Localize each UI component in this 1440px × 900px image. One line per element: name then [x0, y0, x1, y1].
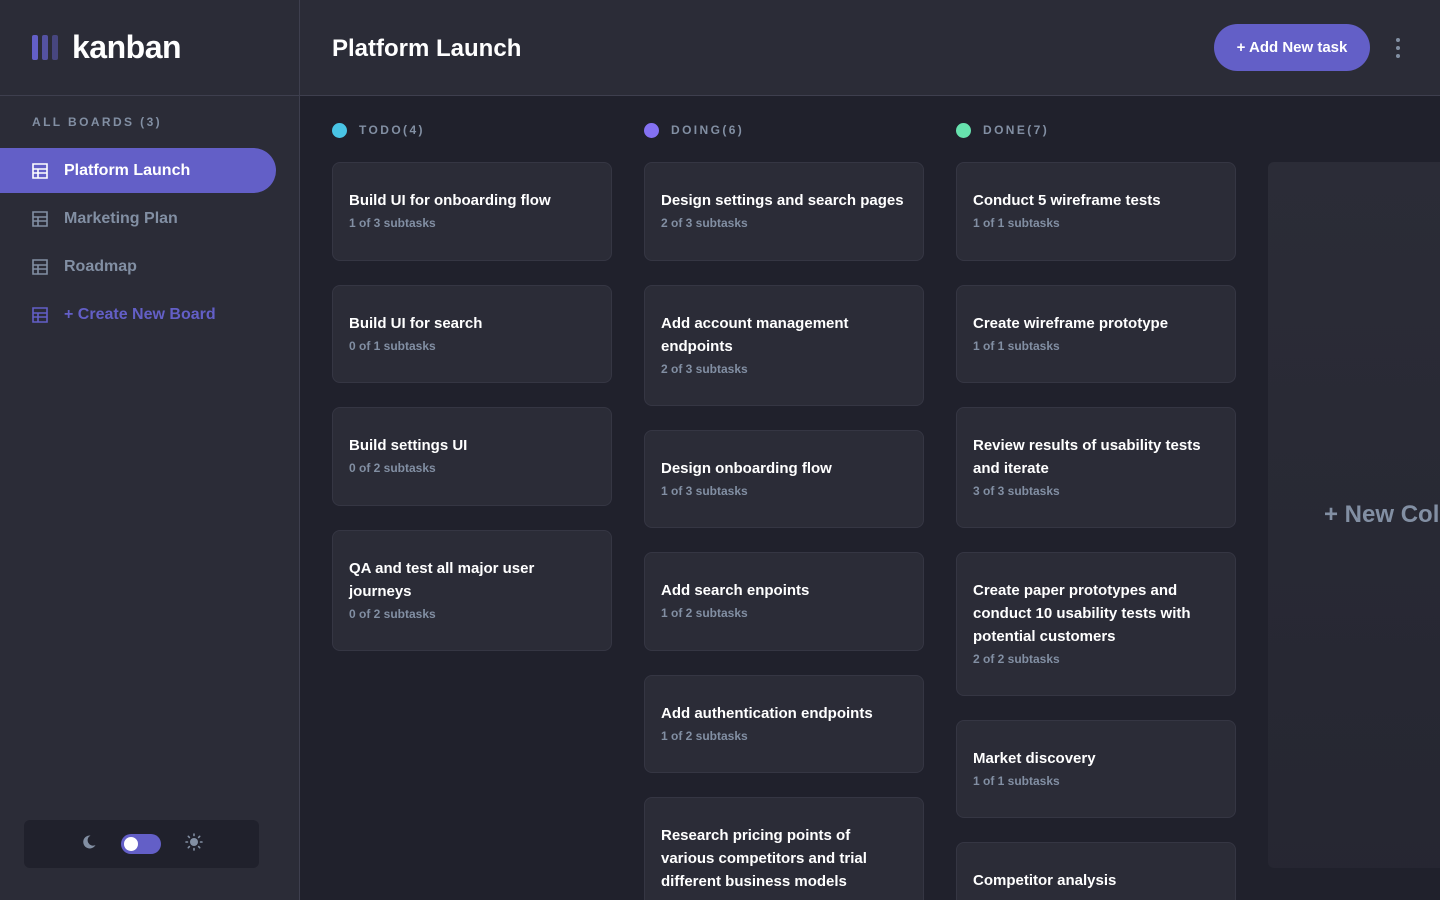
new-column-button[interactable]: + New Column — [1268, 162, 1440, 868]
board-list: Platform Launch Marketing Plan Roadmap +… — [0, 148, 276, 337]
task-card[interactable]: Review results of usability tests and it… — [956, 407, 1236, 528]
task-card[interactable]: Conduct 5 wireframe tests 1 of 1 subtask… — [956, 162, 1236, 261]
sun-icon — [184, 832, 203, 856]
create-new-board-button[interactable]: + Create New Board — [0, 292, 276, 337]
sidebar-item-marketing-plan[interactable]: Marketing Plan — [0, 196, 276, 241]
task-title: Create paper prototypes and conduct 10 u… — [973, 582, 1191, 645]
task-title: Build settings UI — [349, 437, 468, 454]
column-header: DONE(7) — [956, 122, 1049, 138]
theme-toggle — [24, 820, 259, 868]
sidebar-item-roadmap[interactable]: Roadmap — [0, 244, 276, 289]
column-title: TODO(4) — [359, 123, 425, 137]
task-subtask-count: 0 of 1 subtasks — [349, 339, 436, 353]
task-title: Conduct 5 wireframe tests — [973, 192, 1161, 209]
task-subtask-count: 1 of 1 subtasks — [973, 216, 1060, 230]
task-subtask-count: 3 of 3 subtasks — [973, 484, 1060, 498]
sidebar-item-label: Platform Launch — [64, 161, 191, 179]
task-card[interactable]: Add authentication endpoints 1 of 2 subt… — [644, 675, 924, 773]
task-card[interactable]: QA and test all major user journeys 0 of… — [332, 530, 612, 651]
board-icon — [32, 210, 48, 227]
column-color-dot — [644, 122, 659, 138]
task-subtask-count: 2 of 3 subtasks — [661, 362, 748, 376]
board-icon — [32, 258, 48, 275]
theme-switch[interactable] — [120, 834, 161, 854]
header: Platform Launch + Add New task — [300, 0, 1440, 96]
sidebar-item-platform-launch[interactable]: Platform Launch — [0, 148, 276, 193]
task-title: Add search enpoints — [661, 582, 810, 599]
add-new-task-button[interactable]: + Add New task — [1214, 24, 1370, 71]
task-title: QA and test all major user journeys — [349, 560, 535, 600]
logo-icon — [32, 35, 58, 60]
sidebar-item-label: Roadmap — [64, 257, 137, 275]
column-title: DONE(7) — [983, 123, 1050, 137]
task-title: Research pricing points of various compe… — [661, 827, 867, 890]
task-card[interactable]: Build settings UI 0 of 2 subtasks — [332, 407, 612, 506]
sidebar: kanban ALL BOARDS (3) Platform Launch Ma… — [0, 0, 300, 900]
task-subtask-count: 1 of 1 subtasks — [973, 774, 1060, 788]
all-boards-heading: ALL BOARDS (3) — [32, 115, 163, 129]
task-subtask-count: 2 of 2 subtasks — [973, 652, 1060, 666]
task-title: Add authentication endpoints — [661, 705, 873, 722]
task-title: Create wireframe prototype — [973, 315, 1169, 332]
kanban-app: kanban ALL BOARDS (3) Platform Launch Ma… — [0, 0, 1440, 900]
moon-icon — [81, 834, 97, 855]
task-card[interactable]: Competitor analysis — [956, 842, 1236, 900]
task-subtask-count: 1 of 2 subtasks — [661, 729, 748, 743]
board: TODO(4) Build UI for onboarding flow 1 o… — [300, 96, 1440, 900]
page-title: Platform Launch — [332, 35, 522, 62]
column-color-dot — [332, 122, 347, 138]
task-subtask-count: 0 of 2 subtasks — [349, 461, 436, 475]
task-title: Build UI for onboarding flow — [349, 192, 551, 209]
logo: kanban — [0, 0, 299, 96]
task-card[interactable]: Market discovery 1 of 1 subtasks — [956, 720, 1236, 818]
column-color-dot — [956, 122, 971, 138]
task-subtask-count: 2 of 3 subtasks — [661, 216, 748, 230]
theme-switch-knob — [123, 837, 138, 851]
task-card[interactable]: Add search enpoints 1 of 2 subtasks — [644, 552, 924, 651]
task-card[interactable]: Add account management endpoints 2 of 3 … — [644, 285, 924, 406]
task-subtask-count: 0 of 2 subtasks — [349, 607, 436, 621]
new-column-label: + New Column — [1324, 501, 1440, 528]
sidebar-item-label: Marketing Plan — [64, 209, 178, 227]
task-title: Add account management endpoints — [661, 315, 849, 355]
column-header: DOING(6) — [644, 122, 744, 138]
board-icon — [32, 162, 48, 179]
task-title: Review results of usability tests and it… — [973, 437, 1201, 477]
task-subtask-count: 1 of 3 subtasks — [349, 216, 436, 230]
task-card[interactable]: Create paper prototypes and conduct 10 u… — [956, 552, 1236, 696]
task-card[interactable]: Create wireframe prototype 1 of 1 subtas… — [956, 285, 1236, 383]
board-icon — [32, 306, 48, 323]
column-title: DOING(6) — [671, 123, 745, 137]
task-card[interactable]: Build UI for onboarding flow 1 of 3 subt… — [332, 162, 612, 261]
task-title: Market discovery — [973, 750, 1096, 767]
task-subtask-count: 1 of 2 subtasks — [661, 606, 748, 620]
task-subtask-count: 1 of 1 subtasks — [973, 339, 1060, 353]
task-card[interactable]: Research pricing points of various compe… — [644, 797, 924, 900]
task-title: Competitor analysis — [973, 872, 1117, 889]
create-new-board-label: + Create New Board — [64, 305, 216, 323]
task-card[interactable]: Design onboarding flow 1 of 3 subtasks — [644, 430, 924, 528]
task-card[interactable]: Design settings and search pages 2 of 3 … — [644, 162, 924, 261]
logo-text: kanban — [72, 29, 182, 65]
task-card[interactable]: Build UI for search 0 of 1 subtasks — [332, 285, 612, 383]
task-title: Design settings and search pages — [661, 192, 904, 209]
column-header: TODO(4) — [332, 122, 425, 138]
task-subtask-count: 1 of 3 subtasks — [661, 484, 748, 498]
task-title: Build UI for search — [349, 315, 483, 332]
task-title: Design onboarding flow — [661, 460, 832, 477]
vertical-ellipsis-icon[interactable] — [1392, 36, 1404, 60]
